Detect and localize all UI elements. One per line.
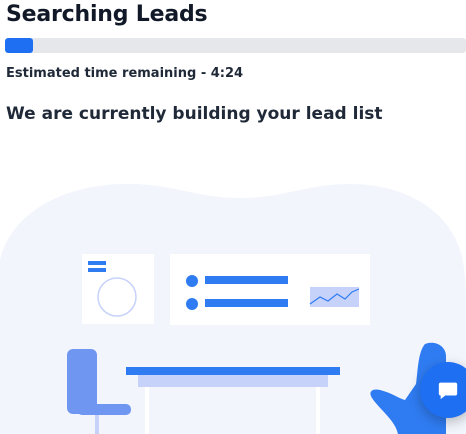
dashboard-card-right [170, 254, 370, 325]
estimated-time-remaining: Estimated time remaining - 4:24 [6, 66, 244, 81]
page-title: Searching Leads [6, 2, 208, 27]
dashboard-card-left [82, 254, 154, 324]
status-message: We are currently building your lead list [6, 104, 383, 124]
chat-bubble-icon [438, 382, 458, 400]
progress-bar [5, 38, 466, 53]
progress-bar-fill [5, 38, 33, 53]
